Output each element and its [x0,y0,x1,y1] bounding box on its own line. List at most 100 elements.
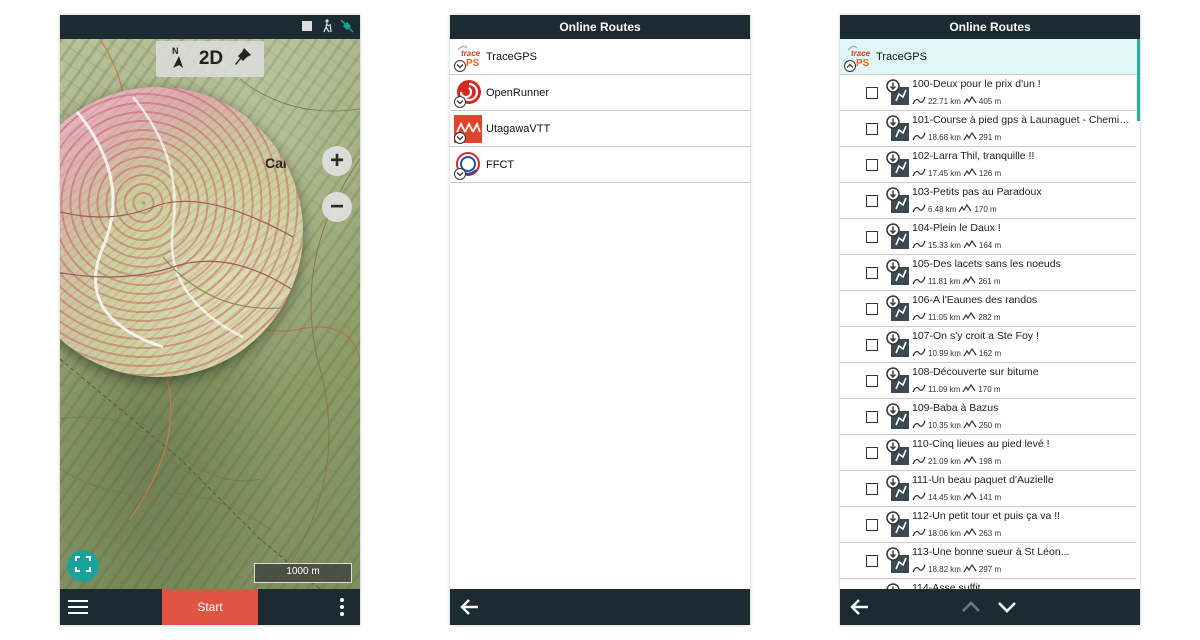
route-row[interactable]: 105-Des lacets sans les noeuds 11.81 km 26… [840,255,1136,291]
route-distance: 11.81 km [928,277,961,286]
provider-name: UtagawaVTT [486,122,551,135]
route-meta: 11.05 km 282 m [912,311,1001,323]
back-arrow-icon[interactable] [848,595,872,619]
provider-header-tracegps[interactable]: trace PS TraceGPS [840,39,1140,75]
route-distance: 18.82 km [928,565,961,574]
provider-name: OpenRunner [486,86,549,99]
route-download-icon [885,115,913,143]
route-download-icon [885,79,913,107]
provider-row-utagawavtt[interactable]: UtagawaVTT [450,111,750,147]
route-row[interactable]: 112-Un petit tour et puis ça va !! 18.06 … [840,507,1136,543]
zoom-in-button[interactable]: + [322,146,352,176]
topographic-map[interactable]: Can Bermon N 2D + − 1000 m [60,39,360,589]
route-row[interactable]: 111-Un beau paquet d'Auzielle 14.45 km 141… [840,471,1136,507]
route-checkbox[interactable] [866,231,878,243]
satellite-off-icon[interactable] [340,19,354,33]
route-download-icon [885,223,913,251]
route-row[interactable]: 108-Découverte sur bitume 11.09 km 170 m [840,363,1136,399]
page-down-icon[interactable] [996,596,1018,618]
route-checkbox[interactable] [866,375,878,387]
route-row[interactable]: 106-A l'Eaunes des randos 11.05 km 282 m [840,291,1136,327]
elevation-icon [963,167,977,179]
more-icon[interactable] [340,598,346,616]
compass-icon[interactable]: N [167,46,189,72]
route-checkbox[interactable] [866,267,878,279]
route-download-icon [885,187,913,215]
map-mode-panel[interactable]: N 2D [156,41,264,77]
expand-chevron-icon[interactable] [454,131,466,144]
elevation-icon [963,491,977,503]
route-checkbox[interactable] [866,447,878,459]
route-download-icon [885,511,913,539]
distance-icon [912,384,926,395]
route-row[interactable]: 110-Cinq lieues au pied levé ! 21.09 km 19… [840,435,1136,471]
collapse-chevron-icon[interactable] [844,59,856,72]
hiker-icon[interactable] [320,19,334,33]
menu-icon[interactable] [68,597,88,617]
distance-icon [912,528,926,539]
expand-chevron-icon[interactable] [454,95,466,108]
route-checkbox[interactable] [866,483,878,495]
elevation-icon [962,311,976,323]
route-checkbox[interactable] [866,555,878,567]
route-meta: 18.68 km 291 m [912,131,1001,143]
route-download-icon [885,151,913,179]
route-checkbox[interactable] [866,339,878,351]
provider-row-tracegps[interactable]: trace PS TraceGPS [450,39,750,75]
map-bottom-bar: Start [60,589,360,625]
route-checkbox[interactable] [866,519,878,531]
recenter-button[interactable] [67,550,99,582]
route-distance: 11.09 km [928,385,961,394]
scrollbar-thumb[interactable] [1137,39,1140,121]
screen-title: Online Routes [450,15,750,39]
route-row[interactable]: 114-Asse suffit [840,579,1136,589]
route-title: 110-Cinq lieues au pied levé ! [912,438,1050,450]
route-row[interactable]: 101-Course à pied gps à Launaguet - Chem… [840,111,1136,147]
page-up-icon[interactable] [960,596,982,618]
back-arrow-icon[interactable] [458,595,482,619]
route-elevation: 297 m [978,565,1002,574]
route-title: 109-Baba à Bazus [912,402,999,414]
route-meta: 18.82 km 297 m [912,563,1002,575]
distance-icon [912,276,926,287]
route-row[interactable]: 107-On s'y croit a Ste Foy ! 10.99 km 162 … [840,327,1136,363]
scrollbar[interactable] [1136,39,1140,589]
provider-row-ffct[interactable]: FFCT [450,147,750,183]
route-checkbox[interactable] [866,411,878,423]
route-checkbox[interactable] [866,303,878,315]
start-button[interactable]: Start [162,589,258,625]
route-row[interactable]: 100-Deux pour le prix d'un ! 22.71 km 405 … [840,75,1136,111]
provider-list: trace PS TraceGPS OpenRunner UtagawaVTT … [450,39,750,183]
svg-text:PS: PS [466,58,480,69]
screen-title: Online Routes [840,15,1140,39]
route-row[interactable]: 103-Petits pas au Paradoux 6.48 km 170 m [840,183,1136,219]
elevation-icon [963,95,977,107]
route-meta: 17.45 km 126 m [912,167,1001,179]
route-row[interactable]: 104-Plein le Daux ! 15.33 km 164 m [840,219,1136,255]
route-checkbox[interactable] [866,87,878,99]
ffct-logo [453,150,483,180]
route-checkbox[interactable] [866,195,878,207]
route-row[interactable]: 113-Une bonne sueur à St Léon... 18.82 km… [840,543,1136,579]
distance-icon [912,240,926,251]
zoom-out-button[interactable]: − [322,192,352,222]
svg-text:trace: trace [461,49,481,58]
route-row[interactable]: 102-Larra Thil, tranquille !! 17.45 km 126… [840,147,1136,183]
route-list[interactable]: 100-Deux pour le prix d'un ! 22.71 km 405 … [840,75,1136,589]
route-checkbox[interactable] [866,123,878,135]
route-row[interactable]: 109-Baba à Bazus 10.35 km 250 m [840,399,1136,435]
stop-icon[interactable] [300,19,314,33]
expand-chevron-icon[interactable] [454,59,466,72]
route-elevation: 198 m [978,457,1002,466]
pin-icon[interactable] [233,47,253,72]
map-mode-toggle[interactable]: 2D [199,48,223,70]
elevation-icon [963,239,977,251]
svg-text:trace: trace [851,49,871,58]
route-checkbox[interactable] [866,159,878,171]
provider-row-openrunner[interactable]: OpenRunner [450,75,750,111]
elevation-icon [963,419,977,431]
providers-screen: Online Routes trace PS TraceGPS OpenRunn… [450,15,750,625]
expand-chevron-icon[interactable] [454,167,466,180]
route-elevation: 162 m [978,349,1002,358]
route-title: 114-Asse suffit [912,582,981,589]
